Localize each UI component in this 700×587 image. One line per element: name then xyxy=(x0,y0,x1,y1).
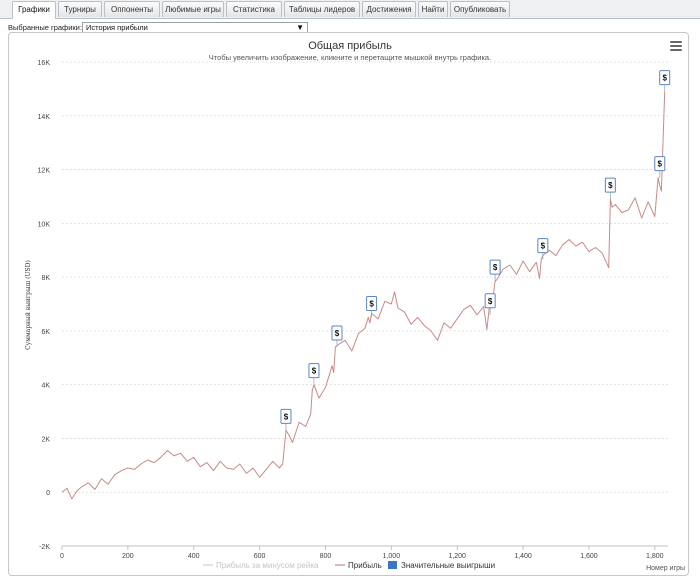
tab-8[interactable]: Найти xyxy=(418,1,448,17)
chart-selector-value: История прибыли xyxy=(86,23,148,32)
menu-line-icon xyxy=(670,41,682,43)
tab-7[interactable]: Достижения xyxy=(362,1,416,17)
tab-3[interactable]: Оппоненты xyxy=(104,1,160,17)
chart-selector-label: Выбранные графики: xyxy=(8,23,82,32)
chart-context-menu-button[interactable] xyxy=(670,41,682,51)
tab-2[interactable]: Турниры xyxy=(58,1,102,17)
tab-5[interactable]: Статистика xyxy=(226,1,282,17)
menu-line-icon xyxy=(670,49,682,51)
menu-line-icon xyxy=(670,45,682,47)
tab-6[interactable]: Таблицы лидеров xyxy=(284,1,360,17)
tab-9[interactable]: Опубликовать xyxy=(450,1,510,17)
tab-1[interactable]: Графики xyxy=(12,1,56,19)
tab-bar: Графики Турниры Оппоненты Любимые игры Стати… xyxy=(0,0,700,19)
chart-container[interactable] xyxy=(8,32,689,576)
tab-4[interactable]: Любимые игры xyxy=(162,1,224,17)
